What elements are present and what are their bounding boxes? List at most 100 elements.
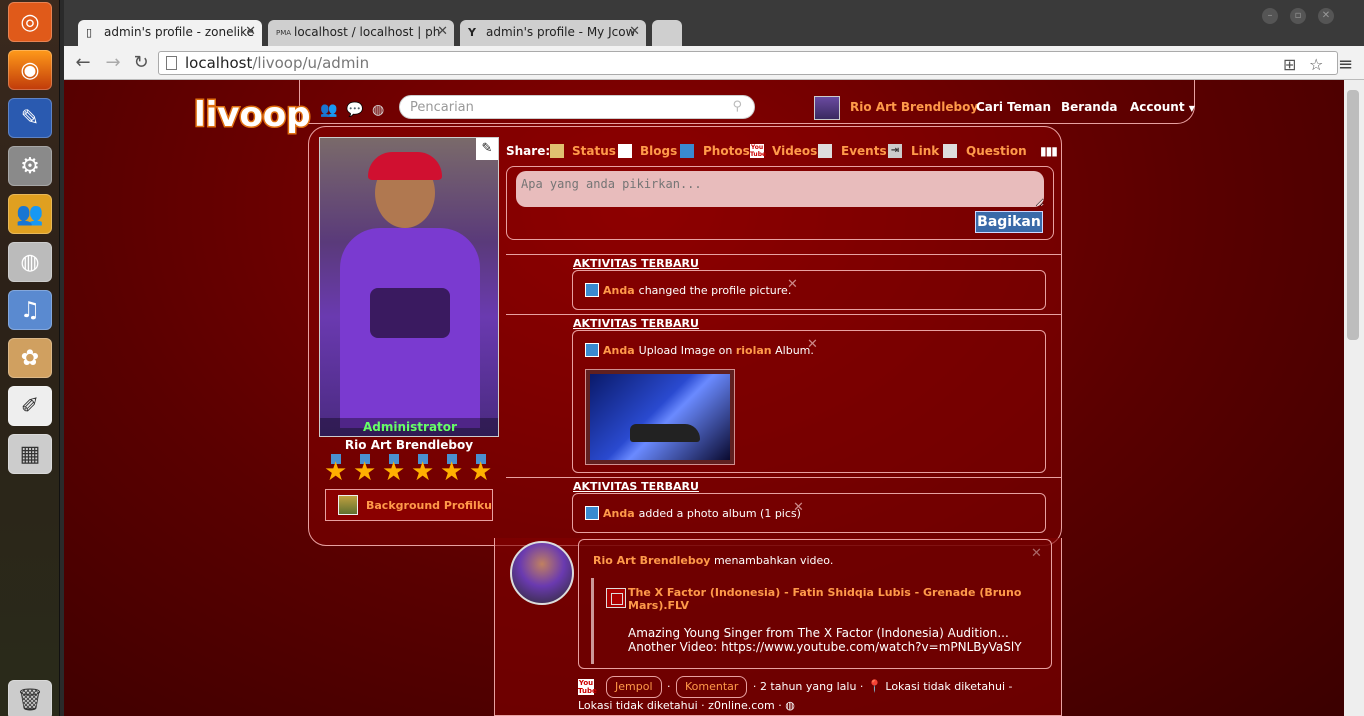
share-question-link[interactable]: Question (966, 144, 1027, 158)
music-player-icon[interactable]: ♫ (8, 290, 52, 330)
rank-stars: ★ ★ ★ ★ ★ ★ (324, 454, 504, 486)
find-friends-link[interactable]: Cari Teman (976, 100, 1051, 114)
reload-icon[interactable]: ↻ (130, 52, 152, 74)
users-icon[interactable]: 👥 (8, 194, 52, 234)
post-author-link[interactable]: Rio Art Brendleboy (593, 554, 710, 567)
back-icon[interactable]: ← (72, 52, 94, 74)
close-tab-icon[interactable]: ✕ (629, 24, 640, 39)
home-link[interactable]: Beranda (1061, 100, 1118, 114)
tab-phpmyadmin[interactable]: PMA localhost / localhost | ph ✕ (268, 20, 454, 46)
new-tab-button[interactable] (652, 20, 682, 46)
star-icon: ★ (469, 454, 493, 486)
status-input[interactable] (516, 171, 1044, 207)
location-pin-icon: 📍 (866, 679, 882, 693)
close-icon[interactable]: ✕ (1031, 546, 1042, 561)
like-button[interactable]: Jempol (606, 676, 662, 698)
close-icon[interactable]: ✕ (787, 277, 798, 292)
forward-icon[interactable]: → (102, 52, 124, 74)
account-label: Account (1130, 100, 1185, 114)
post-source[interactable]: z0nline.com (708, 699, 775, 712)
page-scrollbar[interactable] (1344, 80, 1364, 716)
star-shape: ★ (382, 457, 406, 487)
close-window-icon[interactable]: ✕ (1318, 8, 1334, 24)
web-page: livoop 👥 💬 ◍ Pencarian ⚲ Rio Art Brendle… (64, 80, 1344, 716)
ubuntu-launcher: ◎ ◉ ✎ ⚙ 👥 ◍ ♫ ✿ ✐ ▦ 🗑 (0, 0, 60, 716)
activity-message: added a photo album (1 pics) (638, 507, 801, 520)
calculator-icon[interactable]: ▦ (8, 434, 52, 474)
star-shape: ★ (353, 457, 377, 487)
globe-icon[interactable]: ◍ (372, 102, 384, 118)
url-path: /livoop/u/admin (252, 54, 370, 72)
photo-shirt-print (370, 288, 450, 338)
video-description: Amazing Young Singer from The X Factor (… (628, 626, 1022, 654)
close-tab-icon[interactable]: ✕ (245, 24, 256, 39)
activity-user[interactable]: Anda (603, 507, 635, 520)
activity-message: changed the profile picture. (638, 284, 792, 297)
more-icon[interactable]: ▮▮▮ (1040, 144, 1058, 158)
post-footer: You Tube Jempol · Komentar · 2 tahun yang … (578, 676, 1048, 714)
paint-icon[interactable]: ✿ (8, 338, 52, 378)
youtube-icon: You Tube (578, 679, 597, 695)
livoop-logo[interactable]: livoop (190, 86, 313, 137)
video-attachment: The X Factor (Indonesia) - Fatin Shidqia… (591, 578, 1047, 664)
share-blogs-link[interactable]: Blogs (640, 144, 677, 158)
thumbnail-image (590, 374, 730, 460)
activity-title: AKTIVITAS TERBARU (573, 257, 699, 270)
text-editor-icon[interactable]: ✎ (8, 98, 52, 138)
edit-photo-pencil-icon[interactable]: ✎ (476, 138, 498, 160)
browser-window: ▯ admin's profile - zonelike ✕ PMA local… (64, 0, 1364, 716)
comment-button[interactable]: Komentar (676, 676, 748, 698)
share-videos-link[interactable]: Videos (772, 144, 817, 158)
chevron-down-icon: ▼ (1188, 104, 1195, 113)
firefox-icon[interactable]: ◉ (8, 50, 52, 90)
minimize-icon[interactable]: – (1262, 8, 1278, 24)
trash-icon[interactable]: 🗑 (8, 680, 52, 716)
ubuntu-dash-icon[interactable]: ◎ (8, 2, 52, 42)
role-badge: Administrator (320, 418, 498, 436)
pma-icon: PMA (276, 29, 292, 37)
search-icon[interactable]: ⚲ (732, 99, 742, 114)
tab-admin-profile-jcow[interactable]: Y admin's profile - My Jcow ✕ (460, 20, 646, 46)
account-menu[interactable]: Account ▼ (1130, 100, 1195, 114)
search-input[interactable]: Pencarian ⚲ (399, 95, 755, 119)
star-icon: ★ (382, 454, 406, 486)
maximize-icon[interactable]: ▫ (1290, 8, 1306, 24)
close-tab-icon[interactable]: ✕ (437, 24, 448, 39)
tab-bar: ▯ admin's profile - zonelike ✕ PMA local… (64, 0, 1364, 46)
scrollbar-thumb[interactable] (1347, 90, 1359, 340)
activity-user[interactable]: Anda (603, 284, 635, 297)
tab-admin-profile-zonelike[interactable]: ▯ admin's profile - zonelike ✕ (78, 20, 262, 46)
share-events-link[interactable]: Events (841, 144, 887, 158)
share-status-link[interactable]: Status (572, 144, 616, 158)
header-user-name[interactable]: Rio Art Brendleboy (850, 100, 978, 114)
messages-icon[interactable]: 💬 (346, 102, 363, 118)
close-icon[interactable]: ✕ (793, 500, 804, 515)
settings-icon[interactable]: ⚙ (8, 146, 52, 186)
photo-icon (585, 506, 599, 520)
background-image-icon (338, 495, 358, 515)
notepad-icon[interactable]: ✐ (8, 386, 52, 426)
share-submit-button[interactable]: Bagikan (975, 211, 1043, 233)
star-shape: ★ (324, 457, 348, 487)
menu-icon[interactable]: ≡ (1338, 54, 1353, 75)
chrome-icon[interactable]: ◍ (8, 242, 52, 282)
bookmark-star-icon[interactable]: ☆ (1309, 55, 1323, 74)
translate-icon[interactable]: ⊞ (1283, 55, 1296, 74)
question-icon (943, 144, 957, 158)
activity-user[interactable]: Anda (603, 344, 635, 357)
close-icon[interactable]: ✕ (807, 337, 818, 352)
share-link-link[interactable]: Link (911, 144, 939, 158)
friends-icon[interactable]: 👥 (320, 102, 337, 118)
album-thumbnail[interactable] (585, 369, 735, 465)
avatar[interactable] (814, 96, 840, 120)
post-author-avatar[interactable] (510, 541, 574, 605)
share-photos-link[interactable]: Photos (703, 144, 750, 158)
background-profile-button[interactable]: Background Profilku (325, 489, 493, 521)
status-icon (550, 144, 564, 158)
video-title-link[interactable]: The X Factor (Indonesia) - Fatin Shidqia… (628, 586, 1028, 612)
activity-text: Anda changed the profile picture. (585, 283, 791, 297)
video-thumbnail-icon[interactable] (606, 588, 626, 608)
address-bar[interactable]: localhost/livoop/u/admin ⊞ ☆ (158, 51, 1338, 75)
profile-photo[interactable]: Administrator (319, 137, 499, 437)
album-link[interactable]: riolan (736, 344, 772, 357)
